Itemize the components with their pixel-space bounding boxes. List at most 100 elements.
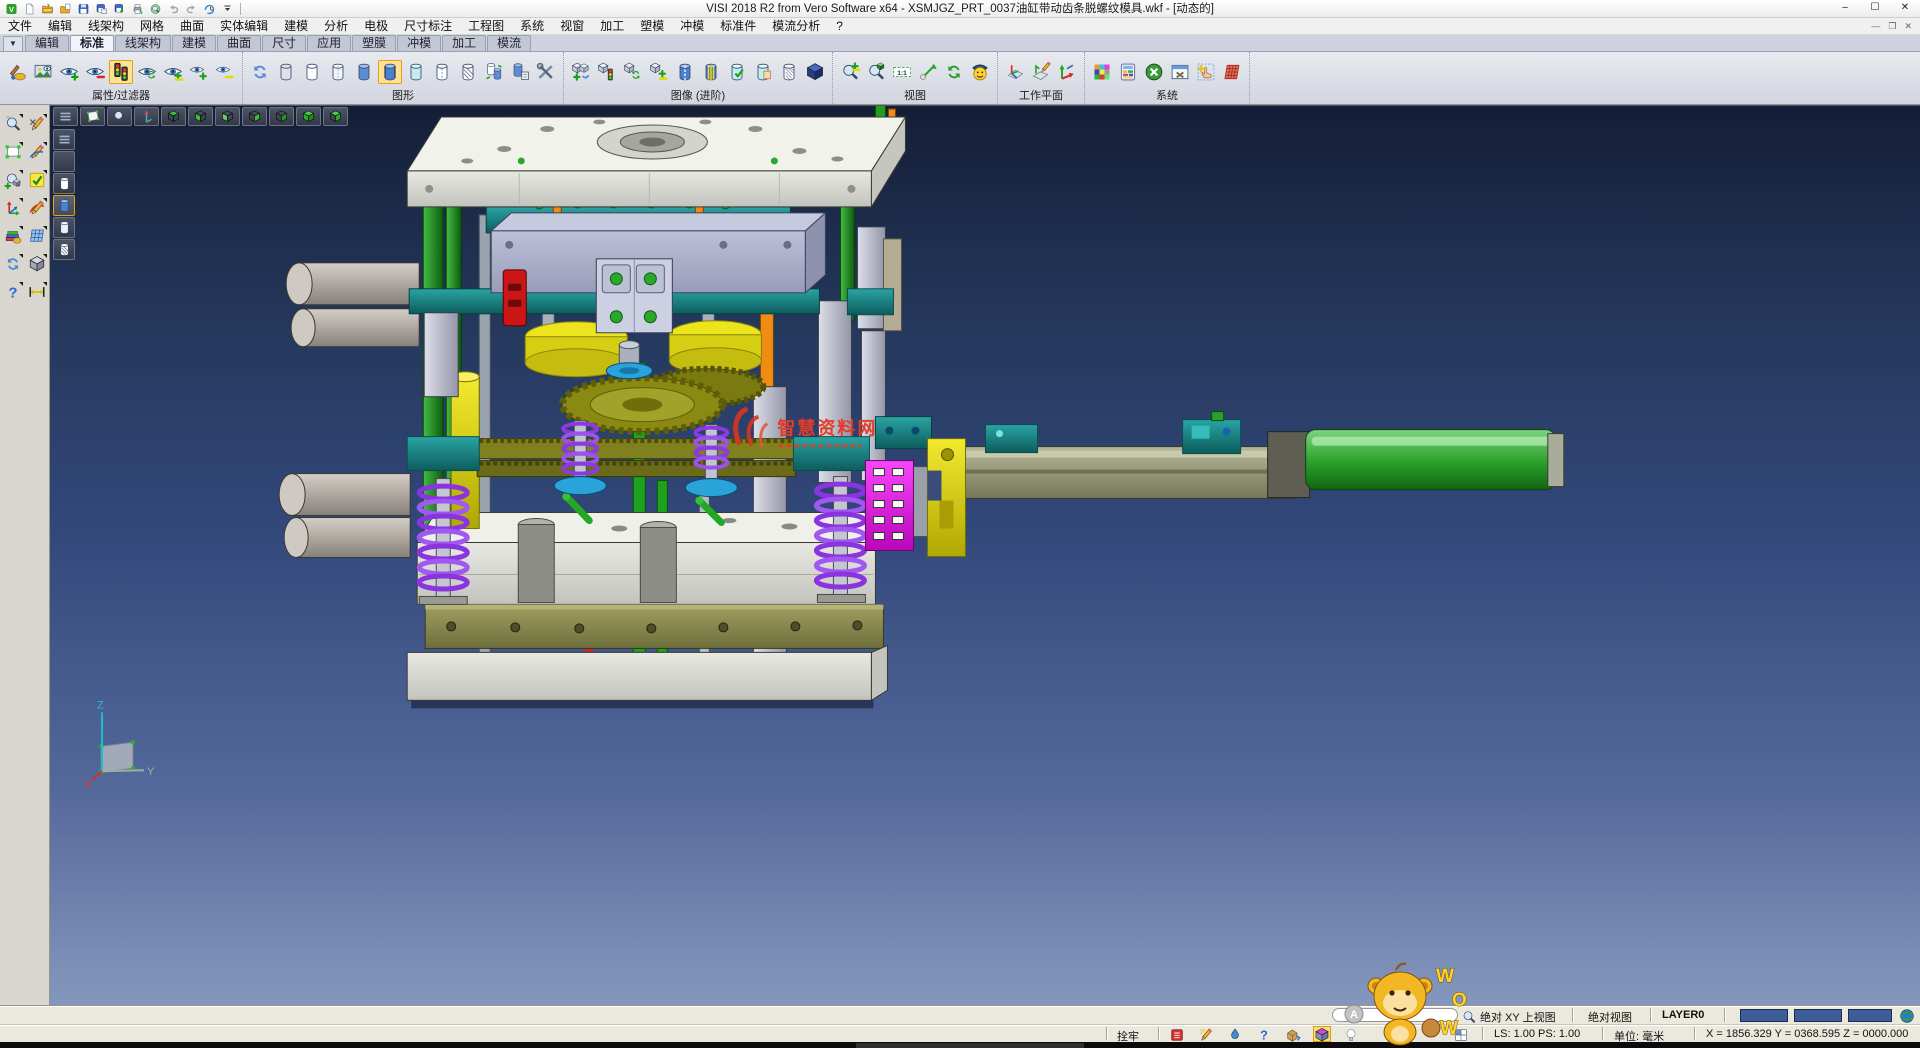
menu-item[interactable]: 工程图 — [460, 18, 512, 34]
sketch-edit-icon[interactable] — [26, 113, 48, 135]
ribbon-tab[interactable]: 模流 — [487, 35, 531, 51]
view-axis-icon[interactable] — [134, 107, 159, 126]
render-wireframe-icon[interactable] — [53, 151, 75, 172]
save-all-icon[interactable] — [111, 1, 128, 17]
package-icon[interactable] — [1284, 1026, 1302, 1042]
open-file-icon[interactable] — [39, 1, 56, 17]
redo-icon[interactable] — [183, 1, 200, 17]
ribbon-tab[interactable]: 尺寸 — [262, 35, 306, 51]
view-isometric2-icon[interactable] — [323, 107, 348, 126]
zoom-view-icon[interactable] — [2, 113, 24, 135]
globe-icon[interactable] — [1898, 1007, 1916, 1023]
workplane-icon[interactable] — [1003, 60, 1027, 84]
confirm-check-icon[interactable] — [26, 169, 48, 191]
ribbon-tab[interactable]: 建模 — [172, 35, 216, 51]
scale-label[interactable]: LS: 1.00 PS: 1.00 — [1494, 1028, 1580, 1040]
measure-distance-icon[interactable] — [26, 281, 48, 303]
grid-settings-icon[interactable] — [1220, 60, 1244, 84]
mdi-restore-button[interactable]: ❐ — [1888, 21, 1896, 32]
menu-item[interactable]: 线架构 — [80, 18, 132, 34]
menu-item[interactable]: 塑模 — [632, 18, 672, 34]
cylinder-shaded-edges-icon[interactable] — [378, 60, 402, 84]
recent-files-icon[interactable] — [201, 1, 218, 17]
snap-settings-icon[interactable] — [1194, 60, 1218, 84]
selection-frame-icon[interactable] — [2, 141, 24, 163]
cylinder-outline-icon[interactable] — [300, 60, 324, 84]
window-grid-icon[interactable] — [26, 225, 48, 247]
color-palette-icon[interactable] — [1090, 60, 1114, 84]
edit-wand-icon[interactable] — [1197, 1026, 1215, 1042]
hide-elements-icon[interactable] — [83, 60, 107, 84]
menu-item[interactable]: 文件 — [0, 18, 40, 34]
menu-item[interactable]: 曲面 — [172, 18, 212, 34]
shade-cube-icon[interactable] — [26, 253, 48, 275]
ribbon-tab[interactable]: 曲面 — [217, 35, 261, 51]
cylinder-hatch-icon[interactable] — [456, 60, 480, 84]
solid-select-icon[interactable] — [1313, 1026, 1331, 1042]
zoom-arrow-icon[interactable] — [916, 60, 940, 84]
print-preview-icon[interactable] — [147, 1, 164, 17]
curve-edit-icon[interactable] — [26, 197, 48, 219]
cylinder-transparent-icon[interactable] — [404, 60, 428, 84]
view-left-icon[interactable] — [215, 107, 240, 126]
menu-item[interactable]: 视窗 — [552, 18, 592, 34]
save-icon[interactable] — [75, 1, 92, 17]
menu-item[interactable]: 加工 — [592, 18, 632, 34]
ribbon-tab[interactable]: 塑膜 — [352, 35, 396, 51]
menu-item[interactable]: 建模 — [276, 18, 316, 34]
zoom-selected-icon[interactable] — [864, 60, 888, 84]
cylinder-ghost-icon[interactable] — [326, 60, 350, 84]
ribbon-tab[interactable]: 应用 — [307, 35, 351, 51]
render-shaded-icon[interactable] — [53, 195, 75, 216]
attribute-panel-icon[interactable] — [1116, 60, 1140, 84]
render-hidden-line-icon[interactable] — [53, 173, 75, 194]
graphics-settings-icon[interactable] — [534, 60, 558, 84]
viewport-3d[interactable]: 智慧资料网 Z Y X — [50, 105, 1920, 1005]
render-hatch-icon[interactable] — [53, 239, 75, 260]
window-settings-icon[interactable] — [1168, 60, 1192, 84]
menu-item[interactable]: 编辑 — [40, 18, 80, 34]
menu-item[interactable]: 实体编辑 — [212, 18, 276, 34]
ribbon-tab[interactable]: 冲模 — [397, 35, 441, 51]
assembly-refresh-icon[interactable] — [621, 60, 645, 84]
workplane-edit-icon[interactable] — [1029, 60, 1053, 84]
context-help-icon[interactable]: ? — [1255, 1026, 1273, 1042]
rotate-view-icon[interactable] — [2, 253, 24, 275]
solid-cube-icon[interactable] — [803, 60, 827, 84]
ink-icon[interactable] — [1226, 1026, 1244, 1042]
mdi-close-button[interactable]: ✕ — [1904, 21, 1912, 32]
ribbon-tab[interactable]: 加工 — [442, 35, 486, 51]
view-zoom-icon[interactable] — [107, 107, 132, 126]
cylinder-striped-icon[interactable] — [699, 60, 723, 84]
menu-item[interactable]: 系统 — [512, 18, 552, 34]
regen-solids-icon[interactable] — [482, 60, 506, 84]
zoom-scale-1-1-icon[interactable]: 1:1 — [890, 60, 914, 84]
menu-item[interactable]: 模流分析 — [764, 18, 828, 34]
view-refresh-icon[interactable] — [942, 60, 966, 84]
visi-logo[interactable]: V — [3, 1, 20, 17]
show-elements-icon[interactable] — [57, 60, 81, 84]
search-input[interactable] — [1332, 1008, 1458, 1022]
toggle-visibility-icon[interactable] — [161, 60, 185, 84]
cylinder-mesh-icon[interactable] — [777, 60, 801, 84]
image-visibility-icon[interactable] — [31, 60, 55, 84]
notes-icon[interactable] — [1168, 1026, 1186, 1042]
ribbon-tab[interactable]: 编辑 — [25, 35, 69, 51]
import-file-icon[interactable] — [57, 1, 74, 17]
qat-dropdown-icon[interactable] — [219, 1, 236, 17]
visibility-traffic-light-icon[interactable] — [109, 60, 133, 84]
cylinder-shaded-icon[interactable] — [352, 60, 376, 84]
render-smiley-icon[interactable] — [968, 60, 992, 84]
layer-color-swatch[interactable] — [1848, 1009, 1892, 1022]
move-axis-icon[interactable] — [2, 197, 24, 219]
viewport-menu-icon[interactable] — [53, 107, 78, 126]
viewport-menu-icon[interactable] — [53, 129, 75, 150]
print-icon[interactable] — [129, 1, 146, 17]
view-top-icon[interactable] — [161, 107, 186, 126]
layer-color-swatch[interactable] — [1740, 1009, 1788, 1022]
copy-graphics-icon[interactable] — [508, 60, 532, 84]
cylinder-validate-icon[interactable] — [725, 60, 749, 84]
add-filter-icon[interactable] — [187, 60, 211, 84]
render-ghost-icon[interactable] — [53, 217, 75, 238]
menu-item[interactable]: 标准件 — [712, 18, 764, 34]
